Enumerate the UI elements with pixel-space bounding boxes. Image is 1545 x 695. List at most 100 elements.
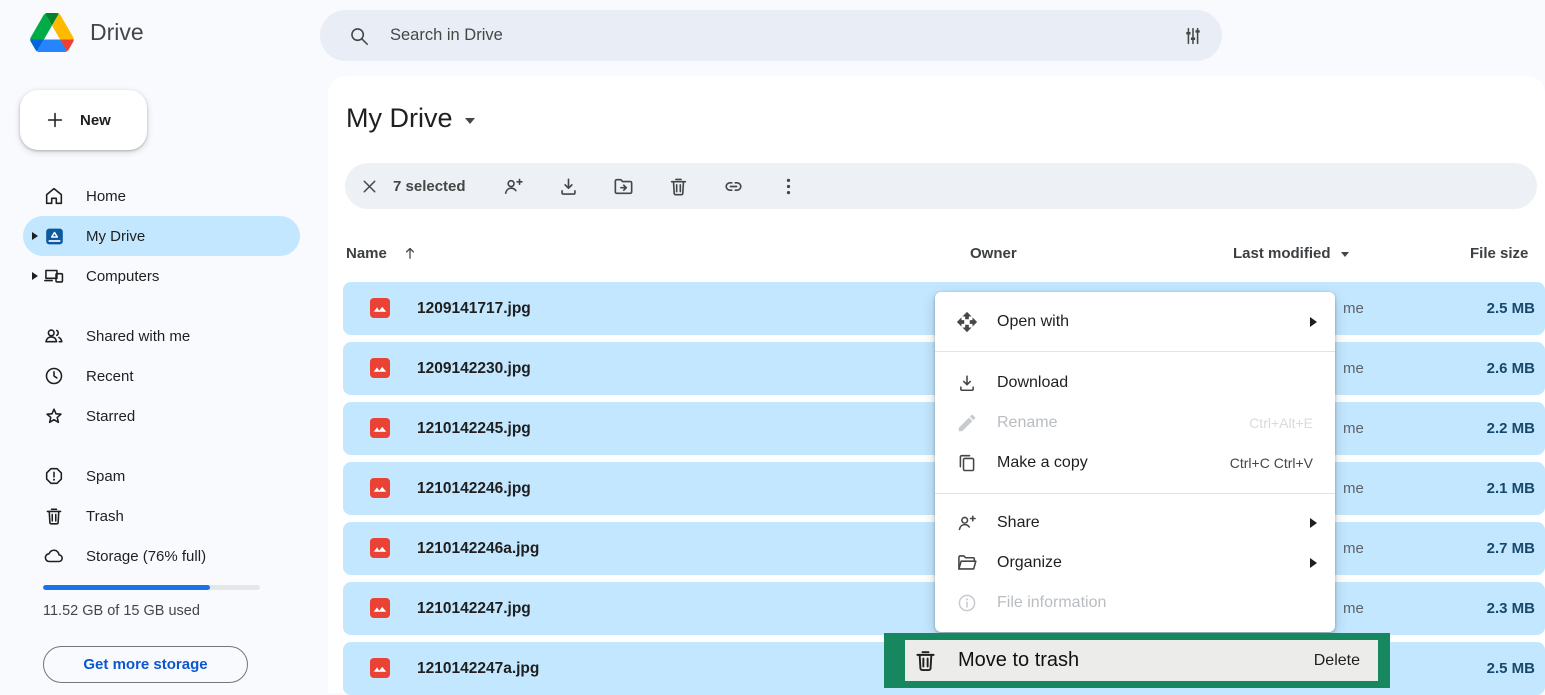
new-button[interactable]: New xyxy=(20,90,147,150)
expand-arrow-icon[interactable] xyxy=(32,232,38,240)
app-logo: Drive xyxy=(30,13,144,52)
sidebar-item-storage[interactable]: Storage (76% full) xyxy=(23,536,300,576)
download-icon[interactable] xyxy=(557,174,581,198)
computers-icon xyxy=(42,264,66,288)
file-name: 1210142247a.jpg xyxy=(417,642,539,695)
sidebar-item-label: Computers xyxy=(86,268,159,285)
sort-caret-down-icon xyxy=(1341,252,1349,257)
sidebar-item-home[interactable]: Home xyxy=(23,176,300,216)
selected-count: 7 selected xyxy=(393,178,466,195)
menu-item-open-with[interactable]: Open with xyxy=(935,302,1335,342)
pencil-icon xyxy=(955,411,979,435)
submenu-chevron-icon xyxy=(1310,317,1317,327)
trash-icon xyxy=(42,504,66,528)
sidebar-item-my-drive[interactable]: My Drive xyxy=(23,216,300,256)
download-icon xyxy=(955,371,979,395)
trash-icon[interactable] xyxy=(667,174,691,198)
sidebar-item-trash[interactable]: Trash xyxy=(23,496,300,536)
app-name: Drive xyxy=(90,19,144,46)
image-file-icon xyxy=(370,298,390,318)
image-file-icon xyxy=(370,418,390,438)
annotation-highlight-box: Move to trash Delete xyxy=(884,633,1390,688)
modified-by: me xyxy=(1343,402,1364,455)
search-bar xyxy=(320,10,1222,61)
image-file-icon xyxy=(370,538,390,558)
menu-item-organize[interactable]: Organize xyxy=(935,543,1335,583)
sidebar-item-label: Storage (76% full) xyxy=(86,548,206,565)
sort-arrow-up-icon xyxy=(401,244,419,262)
chevron-down-icon xyxy=(465,118,475,124)
link-icon[interactable] xyxy=(722,174,746,198)
submenu-chevron-icon xyxy=(1310,518,1317,528)
modified-by: me xyxy=(1343,582,1364,635)
sidebar-item-label: Home xyxy=(86,188,126,205)
menu-divider xyxy=(935,493,1335,494)
image-file-icon xyxy=(370,658,390,678)
menu-item-share[interactable]: Share xyxy=(935,503,1335,543)
shortcut-label: Ctrl+Alt+E xyxy=(1249,415,1319,431)
modified-by: me xyxy=(1343,462,1364,515)
my-drive-icon xyxy=(42,224,66,248)
storage-progress-fill xyxy=(43,585,210,590)
file-name: 1209141717.jpg xyxy=(417,282,531,335)
shortcut-label: Delete xyxy=(1314,652,1360,670)
column-header-file-size[interactable]: File size xyxy=(1470,240,1528,266)
file-size: 2.2 MB xyxy=(1445,402,1535,455)
sidebar-item-label: Trash xyxy=(86,508,124,525)
open-with-icon xyxy=(955,310,979,334)
menu-item-file-information: File information xyxy=(935,583,1335,623)
sidebar-item-spam[interactable]: Spam xyxy=(23,456,300,496)
sidebar-item-recent[interactable]: Recent xyxy=(23,356,300,396)
tune-icon[interactable] xyxy=(1182,25,1204,47)
menu-item-label: Move to trash xyxy=(958,649,1079,672)
close-icon[interactable] xyxy=(357,174,381,198)
star-icon xyxy=(42,404,66,428)
get-more-storage-button[interactable]: Get more storage xyxy=(43,646,248,683)
menu-item-make-a-copy[interactable]: Make a copy Ctrl+C Ctrl+V xyxy=(935,443,1335,483)
image-file-icon xyxy=(370,598,390,618)
more-vert-icon[interactable] xyxy=(777,174,801,198)
file-size: 2.3 MB xyxy=(1445,582,1535,635)
column-header-last-modified[interactable]: Last modified xyxy=(1233,240,1349,266)
image-file-icon xyxy=(370,478,390,498)
menu-item-move-to-trash[interactable]: Move to trash Delete xyxy=(905,640,1378,681)
file-size: 2.5 MB xyxy=(1445,642,1535,695)
move-folder-icon[interactable] xyxy=(612,174,636,198)
people-icon xyxy=(42,324,66,348)
file-name: 1210142245.jpg xyxy=(417,402,531,455)
info-icon xyxy=(955,591,979,615)
menu-item-rename: Rename Ctrl+Alt+E xyxy=(935,403,1335,443)
menu-item-download[interactable]: Download xyxy=(935,363,1335,403)
person-add-icon[interactable] xyxy=(502,174,526,198)
column-header-owner[interactable]: Owner xyxy=(970,240,1017,266)
file-size: 2.7 MB xyxy=(1445,522,1535,575)
context-menu: Open with Download Rename Ctrl+Alt+E Mak… xyxy=(935,292,1335,632)
file-size: 2.5 MB xyxy=(1445,282,1535,335)
new-button-label: New xyxy=(80,112,111,129)
plus-icon xyxy=(44,109,66,131)
sidebar-item-computers[interactable]: Computers xyxy=(23,256,300,296)
file-size: 2.1 MB xyxy=(1445,462,1535,515)
file-name: 1210142246a.jpg xyxy=(417,522,539,575)
file-name: 1210142247.jpg xyxy=(417,582,531,635)
cloud-icon xyxy=(42,544,66,568)
sidebar-item-starred[interactable]: Starred xyxy=(23,396,300,436)
modified-by: me xyxy=(1343,282,1364,335)
submenu-chevron-icon xyxy=(1310,558,1317,568)
shortcut-label: Ctrl+C Ctrl+V xyxy=(1230,455,1319,471)
clock-icon xyxy=(42,364,66,388)
file-size: 2.6 MB xyxy=(1445,342,1535,395)
expand-arrow-icon[interactable] xyxy=(32,272,38,280)
column-header-name[interactable]: Name xyxy=(346,240,419,266)
sidebar-item-shared-with-me[interactable]: Shared with me xyxy=(23,316,300,356)
page-title-dropdown[interactable]: My Drive xyxy=(346,103,475,134)
file-name: 1210142246.jpg xyxy=(417,462,531,515)
page-title: My Drive xyxy=(346,103,453,134)
search-input[interactable] xyxy=(388,25,1182,46)
storage-usage-text: 11.52 GB of 15 GB used xyxy=(43,603,200,619)
folder-open-icon xyxy=(955,551,979,575)
sidebar-item-label: Recent xyxy=(86,368,134,385)
sidebar-item-label: My Drive xyxy=(86,228,145,245)
sidebar-item-label: Spam xyxy=(86,468,125,485)
search-icon xyxy=(348,25,370,47)
